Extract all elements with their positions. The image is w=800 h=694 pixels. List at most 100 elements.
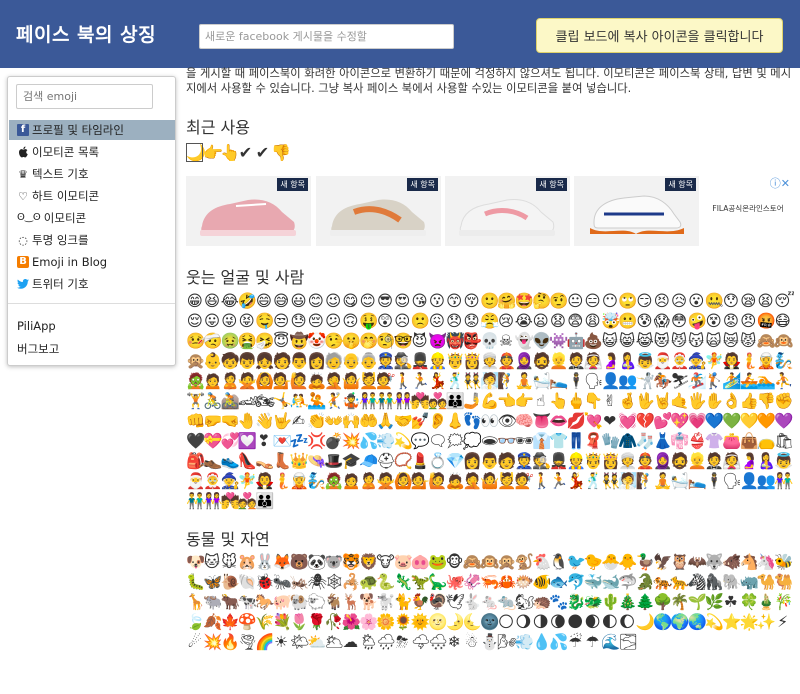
emoji-button[interactable]: 🙄: [618, 291, 637, 311]
emoji-button[interactable]: 👞: [203, 451, 222, 471]
emoji-button[interactable]: 👶: [203, 351, 222, 371]
emoji-button[interactable]: 🧖: [618, 471, 637, 491]
emoji-button[interactable]: 🥀: [324, 612, 343, 632]
emoji-button[interactable]: 🐢: [359, 572, 378, 592]
emoji-button[interactable]: 😍: [394, 291, 411, 311]
emoji-button[interactable]: 🤱: [618, 351, 637, 371]
emoji-button[interactable]: 🐀: [497, 592, 516, 612]
emoji-button[interactable]: 🕺: [584, 471, 603, 491]
emoji-button[interactable]: 🐄: [238, 592, 257, 612]
emoji-button[interactable]: ✋: [705, 391, 724, 411]
emoji-button[interactable]: 🤟: [272, 411, 291, 431]
emoji-button[interactable]: ☝: [532, 391, 549, 411]
emoji-button[interactable]: 🧚: [705, 351, 724, 371]
emoji-button[interactable]: 🐵: [445, 552, 463, 572]
emoji-button[interactable]: 🦔: [532, 592, 551, 612]
emoji-button[interactable]: 🌖: [515, 612, 532, 632]
ad-product-card[interactable]: 새 항목: [316, 176, 441, 246]
ad-product-card[interactable]: 새 항목: [445, 176, 570, 246]
emoji-button[interactable]: 😎: [376, 291, 393, 311]
emoji-button[interactable]: 🤠: [290, 331, 309, 351]
emoji-button[interactable]: 🤯: [601, 311, 620, 331]
emoji-button[interactable]: 🐧: [549, 552, 568, 572]
emoji-button[interactable]: 👰: [584, 351, 603, 371]
emoji-button[interactable]: 😜: [221, 311, 238, 331]
emoji-button[interactable]: 🛌: [688, 471, 707, 491]
emoji-button[interactable]: 🎋: [774, 592, 793, 612]
emoji-button[interactable]: 🗨: [428, 431, 448, 451]
emoji-button[interactable]: 🌍: [670, 612, 689, 632]
emoji-button[interactable]: 💑: [238, 491, 257, 511]
emoji-button[interactable]: 🖤: [186, 431, 205, 451]
emoji-button[interactable]: 🌷: [290, 612, 309, 632]
emoji-button[interactable]: 🌊: [601, 632, 620, 652]
emoji-button[interactable]: 🗣: [584, 371, 604, 391]
emoji-button[interactable]: 😏: [636, 291, 653, 311]
emoji-button[interactable]: 💕: [653, 411, 672, 431]
ad-info-icon[interactable]: ⓘ✕: [770, 175, 790, 191]
emoji-button[interactable]: 💥: [342, 431, 361, 451]
emoji-button[interactable]: 😠: [740, 311, 757, 331]
emoji-button[interactable]: 🐩: [376, 592, 395, 612]
emoji-button[interactable]: 😁: [186, 291, 203, 311]
emoji-button[interactable]: 😷: [774, 311, 791, 331]
emoji-button[interactable]: 🏍: [255, 391, 275, 411]
emoji-button[interactable]: 😡: [722, 311, 739, 331]
emoji-button[interactable]: 👟: [221, 451, 240, 471]
sidebar-item-invisible-ink[interactable]: ◌ 투명 잉크를: [9, 230, 175, 250]
emoji-button[interactable]: 🎅: [186, 471, 205, 491]
emoji-button[interactable]: 💙: [705, 411, 724, 431]
emoji-button[interactable]: 🐠: [532, 572, 551, 592]
emoji-button[interactable]: 🧞: [307, 471, 326, 491]
emoji-button[interactable]: 💜: [774, 411, 793, 431]
emoji-button[interactable]: 👳: [480, 351, 499, 371]
emoji-button[interactable]: 😐: [567, 291, 584, 311]
emoji-button[interactable]: 🤦: [324, 371, 343, 391]
emoji-button[interactable]: 🏂: [688, 371, 707, 391]
emoji-button[interactable]: 🤞: [618, 391, 637, 411]
emoji-button[interactable]: 🤷: [480, 471, 499, 491]
emoji-button[interactable]: 🕵: [394, 351, 413, 371]
emoji-button[interactable]: 👚: [705, 431, 724, 451]
emoji-button[interactable]: 👿: [428, 331, 447, 351]
emoji-button[interactable]: 🕳: [480, 431, 500, 451]
emoji-button[interactable]: 🦊: [272, 552, 291, 572]
emoji-button[interactable]: 👝: [757, 431, 776, 451]
emoji-button[interactable]: 🌵: [601, 592, 620, 612]
emoji-button[interactable]: 🙆: [255, 371, 274, 391]
emoji-button[interactable]: 😇: [272, 331, 289, 351]
emoji-button[interactable]: 🦂: [342, 572, 361, 592]
emoji-button[interactable]: 🦐: [480, 572, 499, 592]
emoji-button[interactable]: 👊: [186, 411, 205, 431]
emoji-button[interactable]: 🤘: [653, 391, 672, 411]
emoji-button[interactable]: 👤: [740, 471, 759, 491]
emoji-button[interactable]: 👃: [445, 411, 464, 431]
emoji-button[interactable]: 👷: [567, 451, 586, 471]
emoji-button[interactable]: 🧛: [722, 351, 741, 371]
emoji-button[interactable]: 👦: [238, 351, 257, 371]
emoji-button[interactable]: ✔: [237, 143, 254, 162]
emoji-button[interactable]: 🧔: [532, 351, 551, 371]
emoji-button[interactable]: 🤝: [394, 411, 413, 431]
emoji-button[interactable]: 🐆: [670, 572, 689, 592]
emoji-button[interactable]: 🤒: [186, 331, 205, 351]
emoji-button[interactable]: 🐔: [532, 552, 551, 572]
emoji-button[interactable]: 😯: [722, 291, 739, 311]
emoji-button[interactable]: 🐐: [324, 592, 343, 612]
emoji-button[interactable]: 👁: [497, 411, 517, 431]
emoji-button[interactable]: 🧘: [653, 471, 672, 491]
emoji-button[interactable]: 🍂: [203, 612, 222, 632]
emoji-button[interactable]: 🧠: [515, 411, 534, 431]
emoji-button[interactable]: 🐚: [238, 572, 257, 592]
emoji-button[interactable]: 🎍: [757, 592, 776, 612]
emoji-button[interactable]: 😰: [636, 311, 653, 331]
emoji-button[interactable]: 🌛: [445, 612, 464, 632]
emoji-button[interactable]: 🐤: [584, 552, 603, 572]
emoji-button[interactable]: 🐃: [203, 592, 222, 612]
emoji-button[interactable]: 😧: [549, 311, 566, 331]
emoji-button[interactable]: 💅: [411, 411, 430, 431]
emoji-button[interactable]: 🌒: [584, 612, 601, 632]
emoji-button[interactable]: 👍: [740, 391, 759, 411]
emoji-button[interactable]: 🦎: [394, 572, 413, 592]
emoji-button[interactable]: 🐊: [636, 572, 655, 592]
